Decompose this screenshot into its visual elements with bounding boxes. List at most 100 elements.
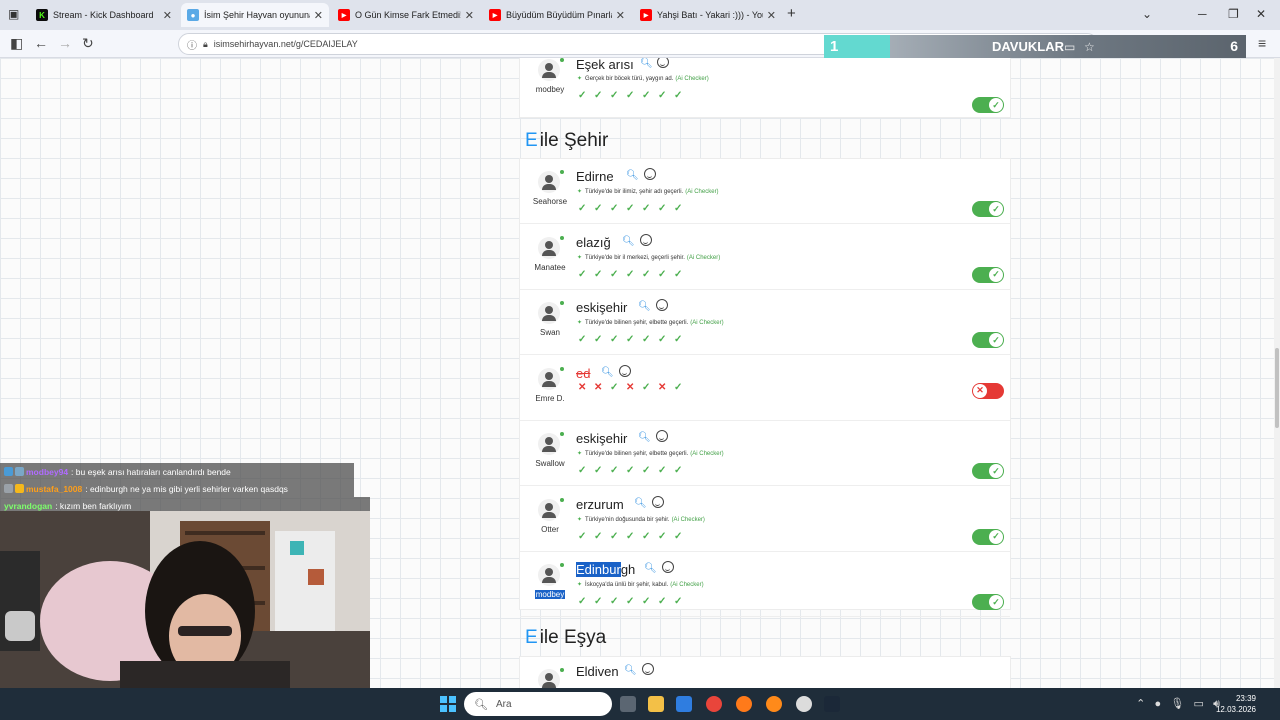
- restore-button[interactable]: ❐: [1228, 7, 1239, 21]
- firefox-icon[interactable]: [736, 696, 752, 712]
- search-icon[interactable]: 🔍︎: [638, 432, 651, 443]
- smile-icon[interactable]: [619, 364, 631, 377]
- search-icon[interactable]: 🔍︎: [638, 301, 651, 312]
- bookmark-icon[interactable]: ▭: [1064, 40, 1075, 54]
- section-title-esya: Eile Eşya: [525, 627, 607, 648]
- menu-icon[interactable]: ≡: [1258, 36, 1266, 50]
- reload-button[interactable]: ↻: [82, 36, 94, 50]
- search-icon[interactable]: 🔍︎: [624, 665, 637, 676]
- valid-toggle[interactable]: ✓: [972, 201, 1004, 217]
- vote-ok-icon: ✓: [578, 334, 587, 345]
- online-indicator: [560, 58, 564, 62]
- vote-ok-icon: ✓: [610, 530, 619, 542]
- info-icon[interactable]: ⓘ: [187, 37, 197, 52]
- smile-icon[interactable]: [657, 58, 669, 68]
- smile-icon[interactable]: [640, 233, 652, 246]
- valid-toggle[interactable]: ✕: [972, 382, 1004, 399]
- valid-toggle[interactable]: ✓: [972, 528, 1004, 545]
- smile-icon[interactable]: [642, 663, 654, 675]
- valid-toggle[interactable]: ✓: [972, 594, 1004, 610]
- sparkle-icon: ✦: [577, 189, 583, 195]
- vote-ok-icon: ✓: [610, 381, 619, 393]
- search-icon[interactable]: 🔍︎: [622, 236, 635, 247]
- valid-toggle[interactable]: ✓: [972, 332, 1004, 348]
- sparkle-icon: ✦: [577, 516, 583, 523]
- obs-icon[interactable]: [796, 696, 812, 712]
- firefox-active-icon[interactable]: [766, 696, 782, 712]
- chevron-up-icon[interactable]: ⌃: [1136, 698, 1145, 710]
- valid-toggle[interactable]: ✓: [972, 97, 1004, 113]
- smile-icon[interactable]: [644, 168, 656, 180]
- tray-app-icon[interactable]: ●: [1155, 698, 1162, 710]
- clock-time: 23:39: [1235, 694, 1256, 703]
- start-button[interactable]: [440, 696, 456, 712]
- vote-ok-icon: ✓: [610, 465, 619, 476]
- answer-row: Emre D. ed 🔍︎ ✕ ✕ ✓ ✕ ✓ ✕ ✓ ✕: [520, 356, 1010, 421]
- vote-ok-icon: ✓: [626, 530, 635, 542]
- tab-list-icon[interactable]: ⌄: [1142, 7, 1152, 21]
- tab-youtube-2[interactable]: ▶ Büyüdüm Büyüdüm Pınarla Büy ✕: [483, 3, 631, 27]
- stream-score-overlay: 1 DAVUKLAR ▭ ☆ 6: [824, 35, 1246, 59]
- sidebar-toggle-icon[interactable]: ◧: [10, 36, 23, 50]
- smile-icon[interactable]: [656, 299, 668, 311]
- smile-icon[interactable]: [656, 430, 668, 442]
- online-indicator: [560, 235, 564, 240]
- search-icon[interactable]: 🔍︎: [626, 170, 639, 181]
- taskbar-search[interactable]: 🔍︎ Ara: [464, 692, 612, 716]
- valid-toggle[interactable]: ✓: [972, 463, 1004, 479]
- microphone-icon[interactable]: 🎙︎: [1170, 698, 1184, 710]
- close-icon[interactable]: ✕: [465, 9, 474, 22]
- player-name: modbey: [535, 590, 565, 599]
- task-view-icon[interactable]: [620, 696, 636, 712]
- tab-youtube-3[interactable]: ▶ Yahşi Batı - Yakari :))) - YouTube ✕: [634, 3, 782, 27]
- ai-note: ✦ Türkiye'de bilinen şehir, elbette geçer…: [577, 451, 724, 457]
- back-button[interactable]: ←: [34, 36, 48, 50]
- player-name: modbey: [535, 85, 565, 94]
- valid-toggle[interactable]: ✓: [972, 266, 1004, 283]
- close-icon[interactable]: ✕: [163, 9, 172, 22]
- chrome-icon[interactable]: [706, 696, 722, 712]
- close-icon[interactable]: ✕: [616, 9, 625, 22]
- close-window-button[interactable]: ✕: [1256, 7, 1266, 21]
- badge-icon: [4, 484, 13, 493]
- vote-ok-icon: ✓: [626, 203, 635, 214]
- close-icon[interactable]: ✕: [767, 9, 776, 22]
- tab-youtube-1[interactable]: ▶ O Gün Kimse Fark Etmedi! Ela R ✕: [332, 3, 480, 27]
- store-icon[interactable]: [676, 696, 692, 712]
- vote-ok-icon: ✓: [642, 268, 651, 280]
- url-text: isimsehirhayvan.net/g/CEDAIJELAY: [213, 39, 358, 49]
- search-icon[interactable]: 🔍︎: [644, 563, 657, 574]
- forward-button[interactable]: →: [58, 36, 72, 50]
- new-tab-button[interactable]: +: [787, 5, 796, 22]
- smile-icon[interactable]: [652, 495, 664, 508]
- avatar: [538, 302, 560, 324]
- tab-title: Büyüdüm Büyüdüm Pınarla Büy: [506, 10, 612, 20]
- search-icon[interactable]: 🔍︎: [640, 58, 653, 69]
- star-icon[interactable]: ☆: [1084, 40, 1095, 54]
- tab-kick-dashboard[interactable]: K Stream - Kick Dashboard ✕: [30, 3, 178, 27]
- search-icon[interactable]: 🔍︎: [601, 367, 614, 378]
- vote-ok-icon: ✓: [674, 334, 683, 345]
- search-placeholder: Ara: [495, 698, 512, 710]
- search-icon[interactable]: 🔍︎: [634, 498, 647, 509]
- file-explorer-icon[interactable]: [648, 696, 664, 712]
- vote-ok-icon: ✓: [626, 465, 635, 476]
- steam-icon[interactable]: [824, 696, 840, 712]
- smile-icon[interactable]: [662, 561, 674, 573]
- taskbar-clock[interactable]: 23:39 12.03.2026: [1216, 693, 1256, 715]
- tab-isim-sehir-hayvan[interactable]: ● İsim Şehir Hayvan oyununa katıl ✕: [181, 3, 329, 27]
- tab-title: Stream - Kick Dashboard: [53, 10, 154, 20]
- online-indicator: [560, 432, 564, 436]
- answer-text: erzurum: [576, 496, 624, 512]
- page-scrollbar[interactable]: [1274, 58, 1280, 688]
- vote-ok-icon: ✓: [578, 268, 587, 280]
- avatar: [538, 498, 560, 521]
- ai-note: ✦ Türkiye'de bir il merkezi, geçerli şehi…: [577, 254, 721, 261]
- close-icon[interactable]: ✕: [314, 9, 323, 22]
- minimize-button[interactable]: ─: [1198, 7, 1207, 21]
- network-icon[interactable]: ▭: [1193, 698, 1203, 710]
- vote-ok-icon: ✓: [674, 381, 683, 393]
- tab-actions-icon[interactable]: ▣: [8, 7, 19, 21]
- lock-icon: 🔒︎: [203, 38, 208, 49]
- avatar: [538, 59, 560, 81]
